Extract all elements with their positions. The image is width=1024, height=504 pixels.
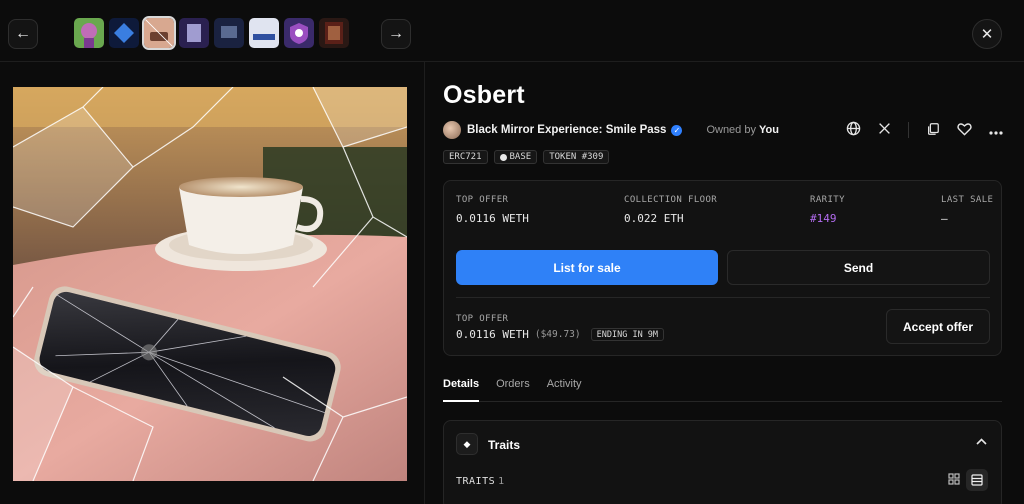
collection-avatar[interactable]: [443, 121, 461, 139]
owner-name[interactable]: You: [759, 124, 779, 136]
collection-row: Black Mirror Experience: Smile Pass ✓ Ow…: [443, 121, 1003, 139]
list-for-sale-button[interactable]: List for sale: [456, 250, 718, 285]
owner-info: Owned by You: [706, 124, 779, 136]
close-button[interactable]: ✕: [972, 19, 1002, 49]
top-navigation-bar: ← → ✕: [0, 0, 1024, 62]
next-item-button[interactable]: →: [381, 19, 411, 49]
accept-offer-button[interactable]: Accept offer: [886, 309, 990, 344]
offer-usd-value: ($49.73): [534, 329, 581, 340]
offer-section-label: TOP OFFER: [456, 314, 509, 324]
collection-floor-label: COLLECTION FLOOR: [624, 195, 718, 205]
nft-artwork-image: [13, 87, 407, 481]
globe-icon[interactable]: [846, 121, 861, 139]
thumbnail-7[interactable]: [284, 18, 314, 48]
list-view-icon[interactable]: [966, 469, 988, 491]
grid-view-icon[interactable]: [944, 469, 964, 489]
rarity-label: RARITY: [810, 195, 845, 205]
divider: [908, 122, 909, 138]
collection-name-link[interactable]: Black Mirror Experience: Smile Pass: [467, 124, 666, 136]
traits-section: ◆ Traits TRAITS 1: [443, 420, 1002, 504]
tab-activity[interactable]: Activity: [547, 378, 582, 402]
traits-count: TRAITS 1: [456, 476, 505, 487]
verified-badge-icon: ✓: [671, 124, 683, 136]
media-panel: [0, 62, 425, 504]
arrow-right-icon: →: [388, 25, 404, 42]
diamond-icon: ◆: [456, 433, 478, 455]
top-offer-label: TOP OFFER: [456, 195, 509, 205]
item-action-icons: [846, 121, 1003, 139]
offer-details: 0.0116 WETH ($49.73) ENDING IN 9M: [456, 328, 665, 341]
base-chain-icon: [499, 153, 507, 161]
collection-floor-value: 0.022 ETH: [624, 212, 684, 225]
traits-count-label: TRAITS: [456, 476, 496, 487]
item-thumbnail-strip: [74, 16, 349, 50]
tab-details[interactable]: Details: [443, 378, 480, 402]
details-tabs: Details Orders Activity: [443, 378, 1002, 402]
traits-count-value: 1: [498, 476, 505, 487]
x-twitter-icon[interactable]: [878, 122, 891, 138]
thumbnail-8[interactable]: [319, 18, 349, 48]
owned-by-label: Owned by: [706, 124, 756, 136]
thumbnail-2[interactable]: [109, 18, 139, 48]
tab-orders[interactable]: Orders: [496, 378, 530, 402]
top-offer-value: 0.0116 WETH: [456, 212, 529, 225]
offer-expiry-badge: ENDING IN 9M: [590, 328, 665, 341]
chain-chip: BASE: [493, 150, 538, 164]
price-stats-card: TOP OFFER 0.0116 WETH COLLECTION FLOOR 0…: [443, 180, 1002, 356]
thumbnail-5[interactable]: [214, 18, 244, 48]
heart-icon[interactable]: [957, 122, 972, 139]
close-icon: ✕: [980, 26, 994, 43]
last-sale-label: LAST SALE: [941, 195, 994, 205]
traits-title[interactable]: Traits: [488, 438, 520, 452]
chevron-up-icon[interactable]: [976, 436, 987, 448]
previous-item-button[interactable]: ←: [8, 19, 38, 49]
copy-icon[interactable]: [926, 122, 940, 139]
more-options-icon[interactable]: [989, 122, 1003, 138]
last-sale-value: –: [941, 212, 948, 225]
thumbnail-6[interactable]: [249, 18, 279, 48]
offer-value: 0.0116 WETH: [456, 328, 529, 341]
thumbnail-3-selected[interactable]: [142, 16, 176, 50]
thumbnail-1[interactable]: [74, 18, 104, 48]
standard-chip: ERC721: [443, 150, 488, 164]
card-divider: [456, 297, 990, 298]
token-id-chip: TOKEN #309: [543, 150, 610, 164]
rarity-value[interactable]: #149: [810, 212, 837, 225]
send-button[interactable]: Send: [727, 250, 990, 285]
thumbnail-4[interactable]: [179, 18, 209, 48]
arrow-left-icon: ←: [15, 25, 31, 42]
token-chips: ERC721 BASE TOKEN #309: [443, 150, 610, 164]
item-title: Osbert: [443, 81, 525, 109]
